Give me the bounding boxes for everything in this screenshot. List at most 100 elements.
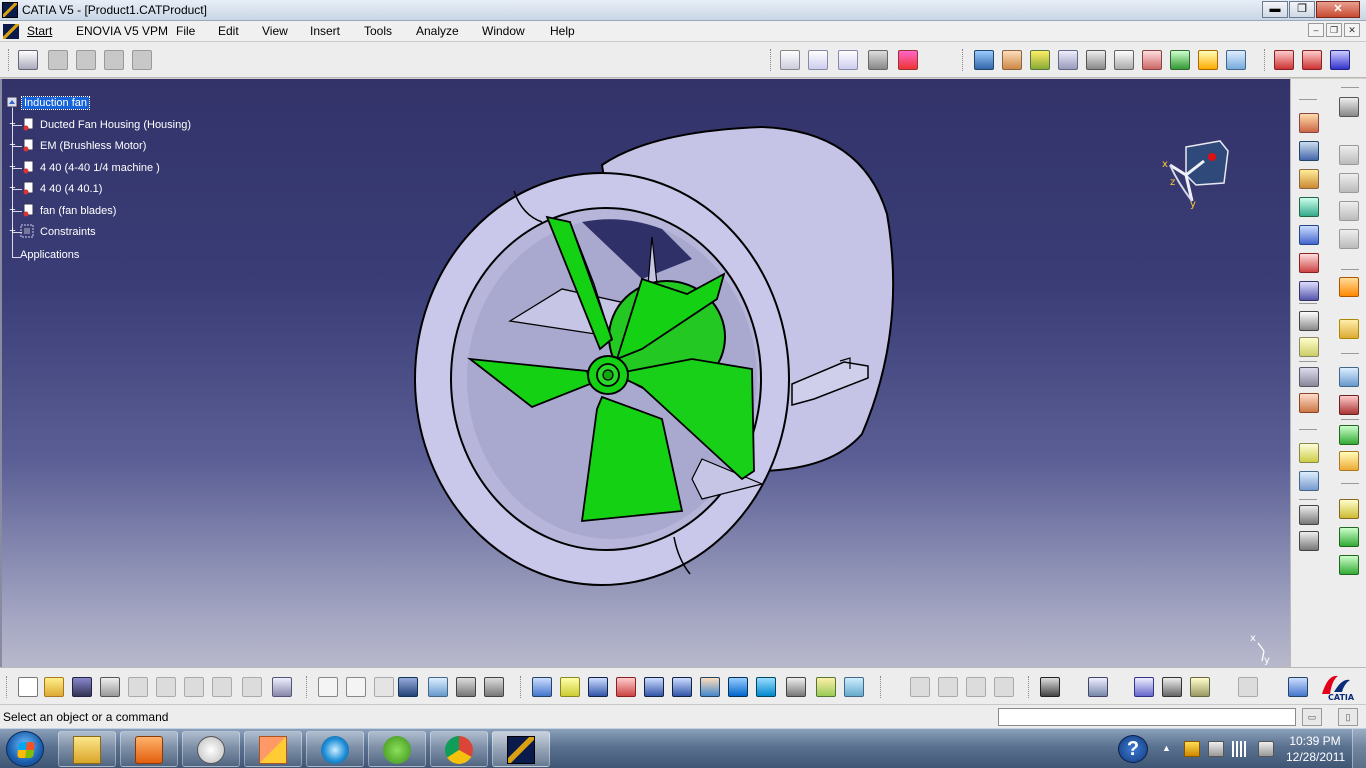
contact-constraint-icon[interactable] [1299,443,1319,463]
snap-icon[interactable] [780,50,800,70]
swap-visible-space-icon[interactable] [844,677,864,697]
catalog-icon[interactable] [1299,337,1319,357]
toolbar-grip[interactable] [6,676,9,698]
volume-icon[interactable] [1258,741,1274,757]
menu-enovia[interactable]: ENOVIA V5 VPM [76,24,168,38]
help-icon[interactable]: ? [1118,735,1148,763]
knowledge-advisor-icon[interactable] [346,677,366,697]
pan-icon[interactable] [588,677,608,697]
clash-icon[interactable] [974,50,994,70]
gear-icon[interactable] [1339,97,1359,117]
publication-icon[interactable] [484,677,504,697]
rotate-icon[interactable] [616,677,636,697]
compass-plane[interactable] [1185,140,1229,186]
ducted-fan-model[interactable] [2,79,1290,667]
design-table-icon[interactable] [398,677,418,697]
compass-widget[interactable]: x z y [1158,135,1232,209]
copy-icon[interactable] [156,677,176,697]
apply-material-icon[interactable] [1274,50,1294,70]
explode-icon[interactable] [1299,367,1319,387]
snap-component-icon[interactable] [1339,367,1359,387]
doc-restore-button[interactable]: ❐ [1326,23,1342,37]
tree-structure-icon[interactable] [428,677,448,697]
menu-tools[interactable]: Tools [364,24,392,38]
redo-icon[interactable] [242,677,262,697]
menu-file[interactable]: File [176,24,195,38]
show-desktop-button[interactable] [1352,729,1366,768]
duplicate-icon[interactable] [994,677,1014,697]
reorder-tree-icon[interactable] [1299,281,1319,301]
update-all-icon[interactable] [910,677,930,697]
undo-icon[interactable] [212,677,232,697]
catia-logo[interactable]: CATIA [1316,670,1362,702]
measure-item-icon[interactable] [1162,677,1182,697]
isometric-view-icon[interactable] [756,677,776,697]
zoom-out-icon[interactable] [672,677,692,697]
taskbar-catia[interactable] [492,731,550,767]
taskbar-spotify[interactable] [368,731,426,767]
start-button[interactable] [6,731,44,767]
grey-tool-icon[interactable] [1339,229,1359,249]
compare-products-icon[interactable] [1058,50,1078,70]
document-icon[interactable] [3,24,19,39]
menu-view[interactable]: View [262,24,288,38]
hide-show-icon[interactable] [816,677,836,697]
lock-icon[interactable] [456,677,476,697]
paste-icon[interactable] [184,677,204,697]
cycle-icon[interactable] [1238,677,1258,697]
coincidence-constraint-icon[interactable] [1339,425,1359,445]
measure-icon[interactable] [898,50,918,70]
camera-icon[interactable] [1040,677,1060,697]
graph-tree-reorder-icon[interactable] [76,50,96,70]
shading-icon[interactable] [786,677,806,697]
save-icon[interactable] [72,677,92,697]
law-icon[interactable] [374,677,394,697]
fit-all-icon[interactable] [560,677,580,697]
constraints-analysis-icon[interactable] [1226,50,1246,70]
toolbar-grip[interactable] [306,676,309,698]
menu-help[interactable]: Help [550,24,575,38]
toolbar-grip[interactable] [770,49,773,71]
taskbar-control-panel[interactable] [244,731,302,767]
toolbar-grip[interactable] [880,676,883,698]
toolbar-grip[interactable] [962,49,965,71]
grey-tool-icon[interactable] [1339,145,1359,165]
minimize-button[interactable]: ▬ [1262,1,1288,18]
toolbar-grip[interactable] [8,49,11,71]
new-product-icon[interactable] [1299,169,1319,189]
manipulation-icon[interactable] [1339,319,1359,339]
bom-list-icon[interactable] [1299,505,1319,525]
formula-icon[interactable] [318,677,338,697]
replace-icon[interactable] [1299,253,1319,273]
toolbar-grip[interactable] [520,676,523,698]
grey-tool-icon[interactable] [1339,173,1359,193]
zoom-in-icon[interactable] [644,677,664,697]
menu-window[interactable]: Window [482,24,525,38]
show-hidden-icons[interactable]: ▲ [1162,743,1172,753]
fix-together-icon[interactable] [1339,527,1359,547]
catalog-browser-icon[interactable] [18,50,38,70]
print-icon[interactable] [100,677,120,697]
restore-button[interactable]: ❐ [1289,1,1315,18]
taskbar-media-player[interactable] [120,731,178,767]
action-center-icon[interactable] [1184,741,1200,757]
existing-component-positioning-icon[interactable] [1299,225,1319,245]
mechanical-structure-icon[interactable] [1170,50,1190,70]
existing-component-icon[interactable] [1299,113,1319,133]
3d-viewport[interactable]: Induction fan + Ducted Fan Housing (Hous… [0,79,1290,667]
doc-close-button[interactable]: ✕ [1344,23,1360,37]
toolbar-grip[interactable] [1028,676,1031,698]
select-arrow-icon[interactable] [1339,277,1359,297]
doc-minimize-button[interactable]: – [1308,23,1324,37]
measure-inertia-icon[interactable] [1190,677,1210,697]
dependencies-icon[interactable] [1142,50,1162,70]
taskbar-chrome[interactable] [430,731,488,767]
bill-of-material-icon[interactable] [1086,50,1106,70]
network-icon[interactable] [1232,741,1250,757]
taskbar-hp[interactable] [182,731,240,767]
toolbar-grip[interactable] [1264,49,1267,71]
reorder-icon[interactable] [1330,50,1350,70]
command-input[interactable] [998,708,1296,726]
distance-analysis-icon[interactable] [1030,50,1050,70]
stop-manipulate-icon[interactable] [1299,393,1319,413]
